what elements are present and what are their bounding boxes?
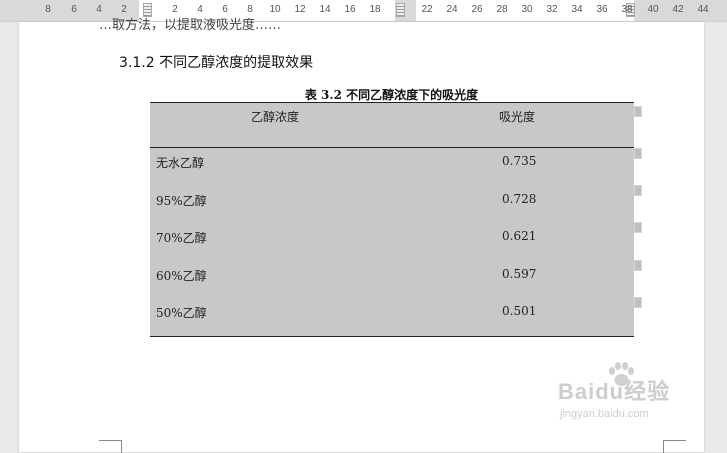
- watermark-logo-text: Baidu经验: [558, 379, 671, 404]
- cell-absorbance: 0.621: [502, 229, 537, 243]
- ruler-number: 28: [496, 4, 508, 15]
- paragraph-end-mark: [634, 148, 642, 159]
- table-row: 50%乙醇 0.501: [150, 304, 634, 324]
- section-heading: 3.1.2 不同乙醇浓度的提取效果: [119, 55, 314, 71]
- cell-absorbance: 0.735: [502, 154, 537, 168]
- header-absorbance: 吸光度: [499, 110, 536, 124]
- table-row: 60%乙醇 0.597: [150, 267, 634, 287]
- ruler-number: 40: [647, 4, 659, 15]
- ruler-number: 30: [521, 4, 533, 15]
- ruler-number: 6: [71, 4, 77, 15]
- ruler-number: 34: [571, 4, 583, 15]
- ruler-number: 12: [294, 4, 306, 15]
- ruler-number: 18: [369, 4, 381, 15]
- cell-concentration: 70%乙醇: [156, 231, 207, 245]
- ruler-number: 32: [546, 4, 558, 15]
- cell-absorbance: 0.501: [502, 304, 537, 318]
- table-caption: 表 3.2 不同乙醇浓度下的吸光度: [304, 88, 479, 102]
- cell-concentration: 95%乙醇: [156, 194, 207, 208]
- paragraph-end-mark: [634, 106, 642, 117]
- absorbance-table[interactable]: 乙醇浓度 吸光度 无水乙醇 0.735 95%乙醇 0.728 70%乙醇 0.…: [150, 102, 634, 337]
- table-row: 95%乙醇 0.728: [150, 192, 634, 212]
- ruler-number: 42: [672, 4, 684, 15]
- cell-absorbance: 0.597: [502, 267, 537, 281]
- ruler-number: 16: [344, 4, 356, 15]
- watermark-url: jingyan.baidu.com: [560, 408, 649, 420]
- table-row: 70%乙醇 0.621: [150, 229, 634, 249]
- cell-concentration: 60%乙醇: [156, 269, 207, 283]
- cell-concentration: 无水乙醇: [156, 156, 205, 170]
- ruler-number: 38: [621, 4, 633, 15]
- cut-off-text-line: …取方法，以提取液吸光度……: [99, 18, 282, 33]
- header-ethanol-concentration: 乙醇浓度: [251, 110, 300, 124]
- page-corner-mark-left: [99, 440, 122, 453]
- table-header-row: 乙醇浓度 吸光度: [150, 103, 634, 148]
- baidu-watermark: Baidu经验 jingyan.baidu.com: [558, 362, 708, 428]
- paragraph-end-mark: [634, 185, 642, 196]
- table-row: 无水乙醇 0.735: [150, 154, 634, 174]
- ruler-number: 44: [697, 4, 709, 15]
- page-corner-mark-right: [663, 440, 686, 453]
- ruler-number: 22: [421, 4, 433, 15]
- ruler-number: 26: [471, 4, 483, 15]
- paragraph-end-mark: [634, 260, 642, 271]
- paragraph-end-mark: [634, 222, 642, 233]
- ruler-number: 14: [319, 4, 331, 15]
- cell-absorbance: 0.728: [502, 192, 537, 206]
- paragraph-end-mark: [634, 297, 642, 308]
- ruler-number: 8: [45, 4, 51, 15]
- cell-concentration: 50%乙醇: [156, 306, 207, 320]
- ruler-number: 24: [446, 4, 458, 15]
- ruler-number: 36: [596, 4, 608, 15]
- ruler-column-marker-middle[interactable]: [396, 3, 405, 17]
